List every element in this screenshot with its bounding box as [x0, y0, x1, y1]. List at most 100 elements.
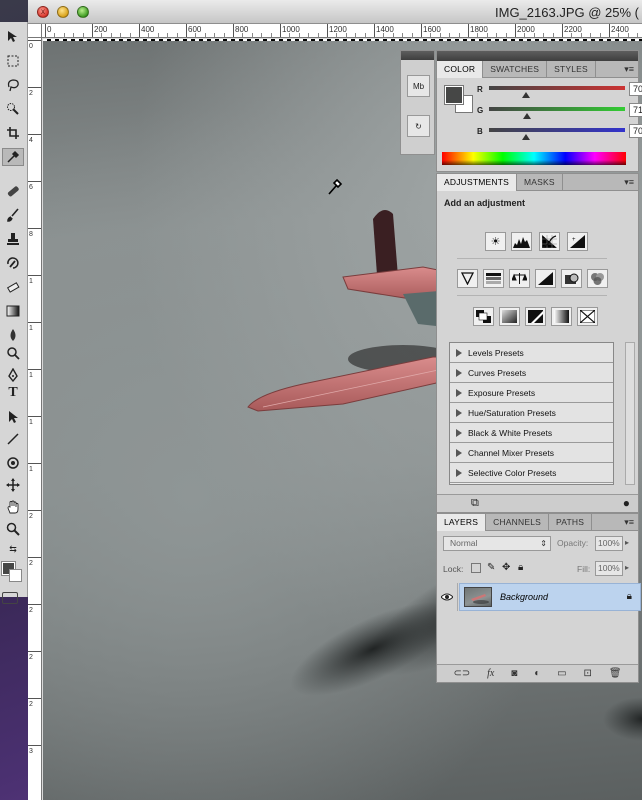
tab-styles[interactable]: STYLES [547, 61, 596, 78]
group-icon[interactable]: ▭ [557, 668, 566, 679]
fill-input[interactable]: 100% [595, 561, 623, 576]
channel-slider-g[interactable] [489, 107, 625, 111]
levels-icon[interactable] [511, 232, 532, 251]
channel-slider-r[interactable] [489, 86, 625, 90]
layer-name[interactable]: Background [500, 592, 548, 602]
eraser-icon[interactable] [2, 278, 24, 296]
lock-position-icon[interactable]: ✥ [502, 562, 510, 573]
tab-color[interactable]: COLOR [437, 61, 484, 78]
quick-select-icon[interactable] [2, 100, 24, 118]
background-color-swatch[interactable] [9, 569, 22, 582]
channel-thumb-b[interactable] [521, 134, 530, 140]
type-icon[interactable]: T [2, 384, 24, 402]
history-brush-icon[interactable] [2, 254, 24, 272]
minimize-button[interactable] [57, 6, 69, 18]
preset-channel-mixer[interactable]: Channel Mixer Presets [450, 443, 613, 463]
path-select-icon[interactable] [2, 408, 24, 426]
channel-value-r[interactable]: 70 [629, 82, 642, 96]
pen-icon[interactable] [2, 366, 24, 384]
threshold-icon[interactable] [525, 307, 546, 326]
panel-menu-icon[interactable]: ▾≡ [624, 517, 634, 528]
photo-filter-icon[interactable] [561, 269, 582, 288]
channel-slider-b[interactable] [489, 128, 625, 132]
gradient-icon[interactable] [2, 302, 24, 320]
opacity-slider-icon[interactable]: ▸ [625, 538, 629, 547]
opacity-input[interactable]: 100% [595, 536, 623, 551]
mini-bridge-icon[interactable]: Mb [407, 75, 430, 97]
healing-brush-icon[interactable] [2, 182, 24, 200]
fx-icon[interactable]: fx [487, 668, 494, 679]
return-to-list-icon[interactable]: ⧉ [471, 497, 479, 510]
layer-visibility-toggle[interactable] [437, 583, 458, 611]
preset-exposure[interactable]: Exposure Presets [450, 383, 613, 403]
tab-swatches[interactable]: SWATCHES [483, 61, 548, 78]
swap-colors-icon[interactable]: ⇆ [2, 540, 24, 558]
tab-layers[interactable]: LAYERS [437, 514, 487, 531]
channel-value-g[interactable]: 71 [629, 103, 642, 117]
foreground-color-box[interactable] [444, 85, 464, 105]
crop-icon[interactable] [2, 124, 24, 142]
3d-orbit-icon[interactable] [2, 476, 24, 494]
vertical-ruler[interactable]: 0 2 4 6 8 1 1 1 1 1 2 2 2 2 2 3 [28, 38, 42, 800]
blur-icon[interactable] [2, 326, 24, 344]
selective-color-icon[interactable] [577, 307, 598, 326]
invert-icon[interactable] [473, 307, 494, 326]
layer-row-background[interactable]: Background 🔒︎ [459, 583, 641, 611]
history-icon[interactable]: ↻ [407, 115, 430, 137]
preset-selective-color[interactable]: Selective Color Presets [450, 463, 613, 483]
brush-icon[interactable] [2, 206, 24, 224]
brightness-contrast-icon[interactable]: ☀ [485, 232, 506, 251]
black-white-icon[interactable] [535, 269, 556, 288]
zoom-icon[interactable] [2, 520, 24, 538]
lock-all-icon[interactable]: 🔒︎ [518, 562, 523, 573]
preset-black-white[interactable]: Black & White Presets [450, 423, 613, 443]
clip-to-layer-icon[interactable]: ● [623, 496, 630, 510]
new-layer-icon[interactable]: ⊡ [584, 668, 592, 679]
channel-value-b[interactable]: 70 [629, 124, 642, 138]
channel-thumb-g[interactable] [523, 113, 532, 119]
line-icon[interactable] [2, 430, 24, 448]
3d-rotate-icon[interactable] [2, 454, 24, 472]
panel-menu-icon[interactable]: ▾≡ [624, 177, 634, 188]
color-spectrum-ramp[interactable] [442, 152, 626, 165]
exposure-icon[interactable]: + [567, 232, 588, 251]
quick-mask-icon[interactable] [2, 592, 18, 604]
preset-hue-saturation[interactable]: Hue/Saturation Presets [450, 403, 613, 423]
close-button[interactable]: x [37, 6, 49, 18]
channel-thumb-r[interactable] [521, 92, 530, 98]
hue-saturation-icon[interactable] [483, 269, 504, 288]
posterize-icon[interactable] [499, 307, 520, 326]
tab-adjustments[interactable]: ADJUSTMENTS [437, 174, 518, 191]
eyedropper-icon[interactable] [2, 148, 24, 166]
presets-scrollbar[interactable] [625, 342, 635, 485]
blend-mode-select[interactable]: Normal ⇕ [443, 536, 551, 551]
clone-stamp-icon[interactable] [2, 230, 24, 248]
panel-menu-icon[interactable]: ▾≡ [624, 64, 634, 75]
tab-channels[interactable]: CHANNELS [486, 514, 550, 531]
dodge-icon[interactable] [2, 344, 24, 362]
tab-paths[interactable]: PATHS [549, 514, 593, 531]
marquee-icon[interactable] [2, 52, 24, 70]
gradient-map-icon[interactable] [551, 307, 572, 326]
color-balance-icon[interactable] [509, 269, 530, 288]
lasso-icon[interactable] [2, 76, 24, 94]
vibrance-icon[interactable] [457, 269, 478, 288]
ruler-origin[interactable] [28, 24, 42, 38]
horizontal-ruler[interactable]: 0 200 400 600 800 1000 1200 1400 1600 1800 2000 220… [42, 24, 642, 38]
channel-mixer-icon[interactable] [587, 269, 608, 288]
move-icon[interactable] [2, 28, 24, 46]
lock-pixels-icon[interactable]: ✎ [487, 562, 495, 573]
delete-layer-icon[interactable]: 🗑︎ [609, 668, 622, 679]
fill-slider-icon[interactable]: ▸ [625, 563, 629, 572]
zoom-button[interactable] [77, 6, 89, 18]
add-mask-icon[interactable]: ◙ [511, 668, 517, 679]
preset-curves[interactable]: Curves Presets [450, 363, 613, 383]
panel-drag-bar[interactable] [437, 51, 638, 61]
preset-levels[interactable]: Levels Presets [450, 343, 613, 363]
link-layers-icon[interactable]: ⊂⊃ [453, 668, 470, 679]
hand-icon[interactable] [2, 498, 24, 516]
lock-transparent-icon[interactable] [471, 563, 481, 573]
tab-masks[interactable]: MASKS [517, 174, 563, 191]
adjustment-layer-icon[interactable]: ◐ [534, 668, 540, 679]
curves-icon[interactable] [539, 232, 560, 251]
